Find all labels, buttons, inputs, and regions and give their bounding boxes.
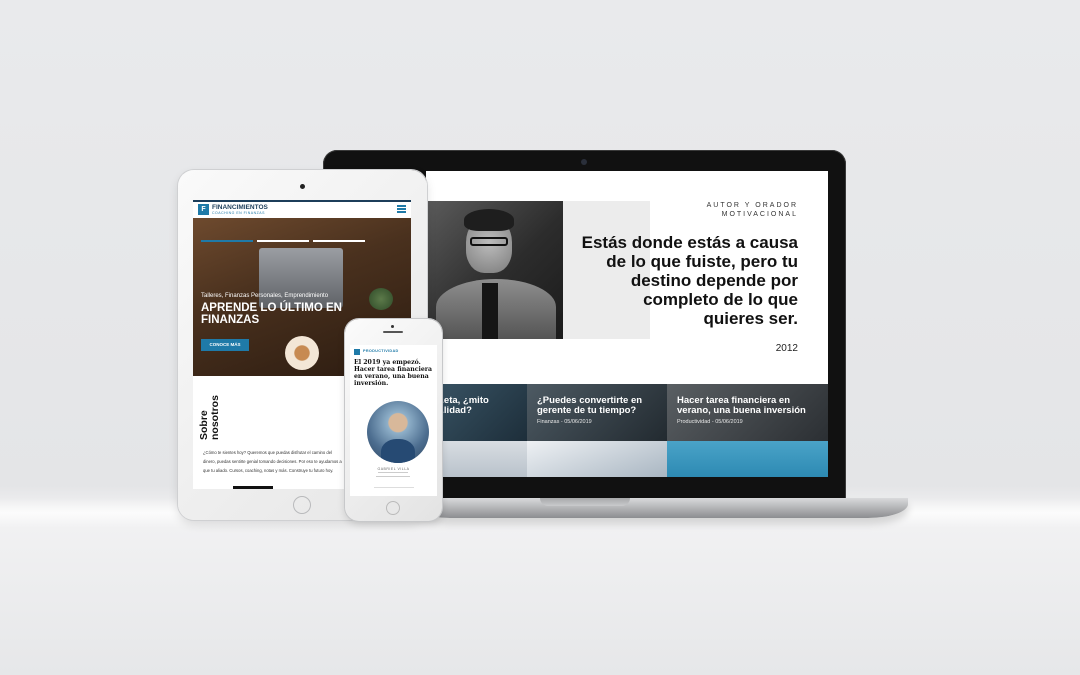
- slider-indicator[interactable]: [201, 240, 253, 242]
- tablet-camera-icon: [300, 184, 305, 189]
- article-title: ¿Puedes convertirte en gerente de tu tie…: [537, 395, 643, 416]
- section-heading-stub: [233, 486, 273, 489]
- hero-kicker: Talleres, Finanzas Personales, Emprendim…: [201, 293, 329, 299]
- about-title-line2: nosotros: [209, 395, 221, 440]
- cta-button[interactable]: CONOCE MÁS: [201, 339, 249, 351]
- brand-name[interactable]: FINANCIMIENTOS: [212, 204, 268, 211]
- webcam-icon: [581, 159, 587, 165]
- brand-tagline: COACHING EN FINANZAS: [212, 211, 265, 215]
- laptop-base: [410, 498, 908, 518]
- author-kicker: AUTOR Y ORADOR MOTIVACIONAL: [706, 202, 798, 218]
- laptop-photo: [259, 248, 343, 308]
- category-tag[interactable]: PRODUCTIVIDAD: [363, 349, 399, 353]
- about-heading: Sobre nosotros: [198, 384, 229, 444]
- hero-quote: Estás donde estás a causa de lo que fuis…: [581, 233, 798, 328]
- pen-thumb: [527, 441, 667, 477]
- logo-icon[interactable]: F: [198, 204, 209, 215]
- article-images-row: [426, 441, 828, 477]
- post-title[interactable]: El 2019 ya empezó. Hacer tarea financier…: [354, 359, 434, 387]
- article-card[interactable]: ¿Puedes convertirte en gerente de tu tie…: [527, 384, 667, 441]
- about-body: ¿Cómo te sientes hoy? Queremos que pueda…: [203, 450, 342, 473]
- article-cards: ...eta, ¿mito ...lidad? ¿Puedes converti…: [426, 384, 828, 441]
- plant-photo: [369, 288, 393, 310]
- author-detail-line: [376, 476, 410, 477]
- site-header: F FINANCIMIENTOS COACHING EN FINANZAS: [193, 200, 411, 218]
- coffee-cup-photo: [285, 336, 319, 370]
- author-detail-line: [374, 487, 414, 488]
- phone-camera-icon: [391, 325, 394, 328]
- blue-thumb: [667, 441, 828, 477]
- slider-indicator[interactable]: [313, 240, 365, 242]
- phone-screen: PRODUCTIVIDAD El 2019 ya empezó. Hacer t…: [350, 345, 437, 496]
- slider-indicator[interactable]: [257, 240, 309, 242]
- author-avatar: [367, 401, 429, 463]
- phone-speaker: [383, 331, 403, 333]
- phone-device: PRODUCTIVIDAD El 2019 ya empezó. Hacer t…: [345, 319, 442, 521]
- article-card[interactable]: Hacer tarea financiera en verano, una bu…: [667, 384, 828, 441]
- author-name: GABRIEL VILLA: [377, 467, 410, 471]
- home-button[interactable]: [386, 501, 400, 515]
- article-title: Hacer tarea financiera en verano, una bu…: [677, 395, 806, 416]
- home-button[interactable]: [293, 496, 311, 514]
- laptop-screen: AUTOR Y ORADOR MOTIVACIONAL Estás donde …: [426, 171, 828, 477]
- article-meta: Finanzas - 05/06/2019: [537, 419, 592, 425]
- article-meta: Productividad - 05/06/2019: [677, 419, 743, 425]
- hero-title: APRENDE LO ÚLTIMO EN FINANZAS: [201, 302, 342, 326]
- laptop-notch: [540, 498, 630, 506]
- speaker-photo: [426, 201, 563, 339]
- hamburger-menu-icon[interactable]: [397, 205, 406, 213]
- author-detail-line: [378, 472, 408, 473]
- quote-year: 2012: [775, 343, 798, 354]
- logo-icon[interactable]: [354, 349, 360, 355]
- article-title: ...eta, ¿mito ...lidad?: [436, 395, 489, 416]
